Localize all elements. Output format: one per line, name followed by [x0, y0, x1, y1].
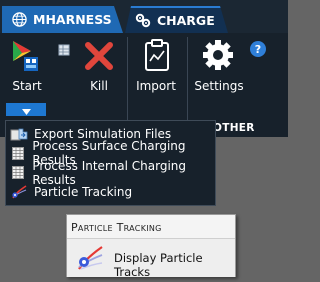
particle-tracking-icon — [10, 185, 28, 199]
chevron-down-icon — [21, 100, 31, 119]
tab-mharness-label: MHARNESS — [33, 12, 112, 27]
tooltip-title: Particle Tracking — [71, 221, 162, 234]
ribbon-separator — [127, 37, 128, 133]
charge-gears-icon — [135, 13, 151, 28]
ribbon-separator — [187, 37, 188, 133]
help-button[interactable]: ? — [250, 41, 266, 57]
group-label-other: OTHER — [213, 122, 255, 134]
kill-label: Kill — [90, 79, 108, 93]
start-app-icon — [10, 39, 42, 76]
tooltip-particle-tracking: Particle Tracking Display Particle Track… — [66, 214, 236, 279]
tab-charge[interactable]: CHARGE — [125, 6, 228, 33]
kill-x-icon — [84, 41, 114, 74]
kill-button[interactable]: Kill — [76, 33, 122, 121]
globe-icon — [12, 12, 27, 27]
menu-item-label: Particle Tracking — [34, 185, 133, 200]
gear-icon — [202, 39, 234, 74]
tooltip-text: Display Particle Tracks — [114, 251, 203, 279]
settings-button[interactable]: Settings — [191, 33, 247, 121]
tab-mharness[interactable]: MHARNESS — [2, 6, 123, 33]
particle-tracks-icon — [76, 245, 104, 275]
table-grid-icon — [10, 146, 26, 160]
table-grid-icon — [10, 166, 26, 180]
menu-item-label: Process Internal Charging Results — [32, 158, 187, 187]
export-files-icon — [10, 127, 28, 141]
tab-bar: MHARNESS CHARGE — [0, 0, 288, 33]
settings-label: Settings — [194, 79, 244, 93]
tab-charge-label: CHARGE — [157, 13, 215, 28]
import-clipboard-icon — [144, 39, 170, 74]
import-button[interactable]: Import — [131, 33, 181, 121]
import-label: Import — [136, 79, 176, 93]
tooltip-body: Display Particle Tracks — [67, 238, 235, 279]
start-label: Start — [12, 79, 42, 93]
start-dropdown-button[interactable] — [6, 103, 46, 116]
small-table-icon[interactable] — [57, 42, 71, 61]
start-dropdown-menu: Export Simulation Files Process Surface … — [5, 120, 216, 206]
menu-item-process-internal-charging-results[interactable]: Process Internal Charging Results — [6, 159, 215, 187]
